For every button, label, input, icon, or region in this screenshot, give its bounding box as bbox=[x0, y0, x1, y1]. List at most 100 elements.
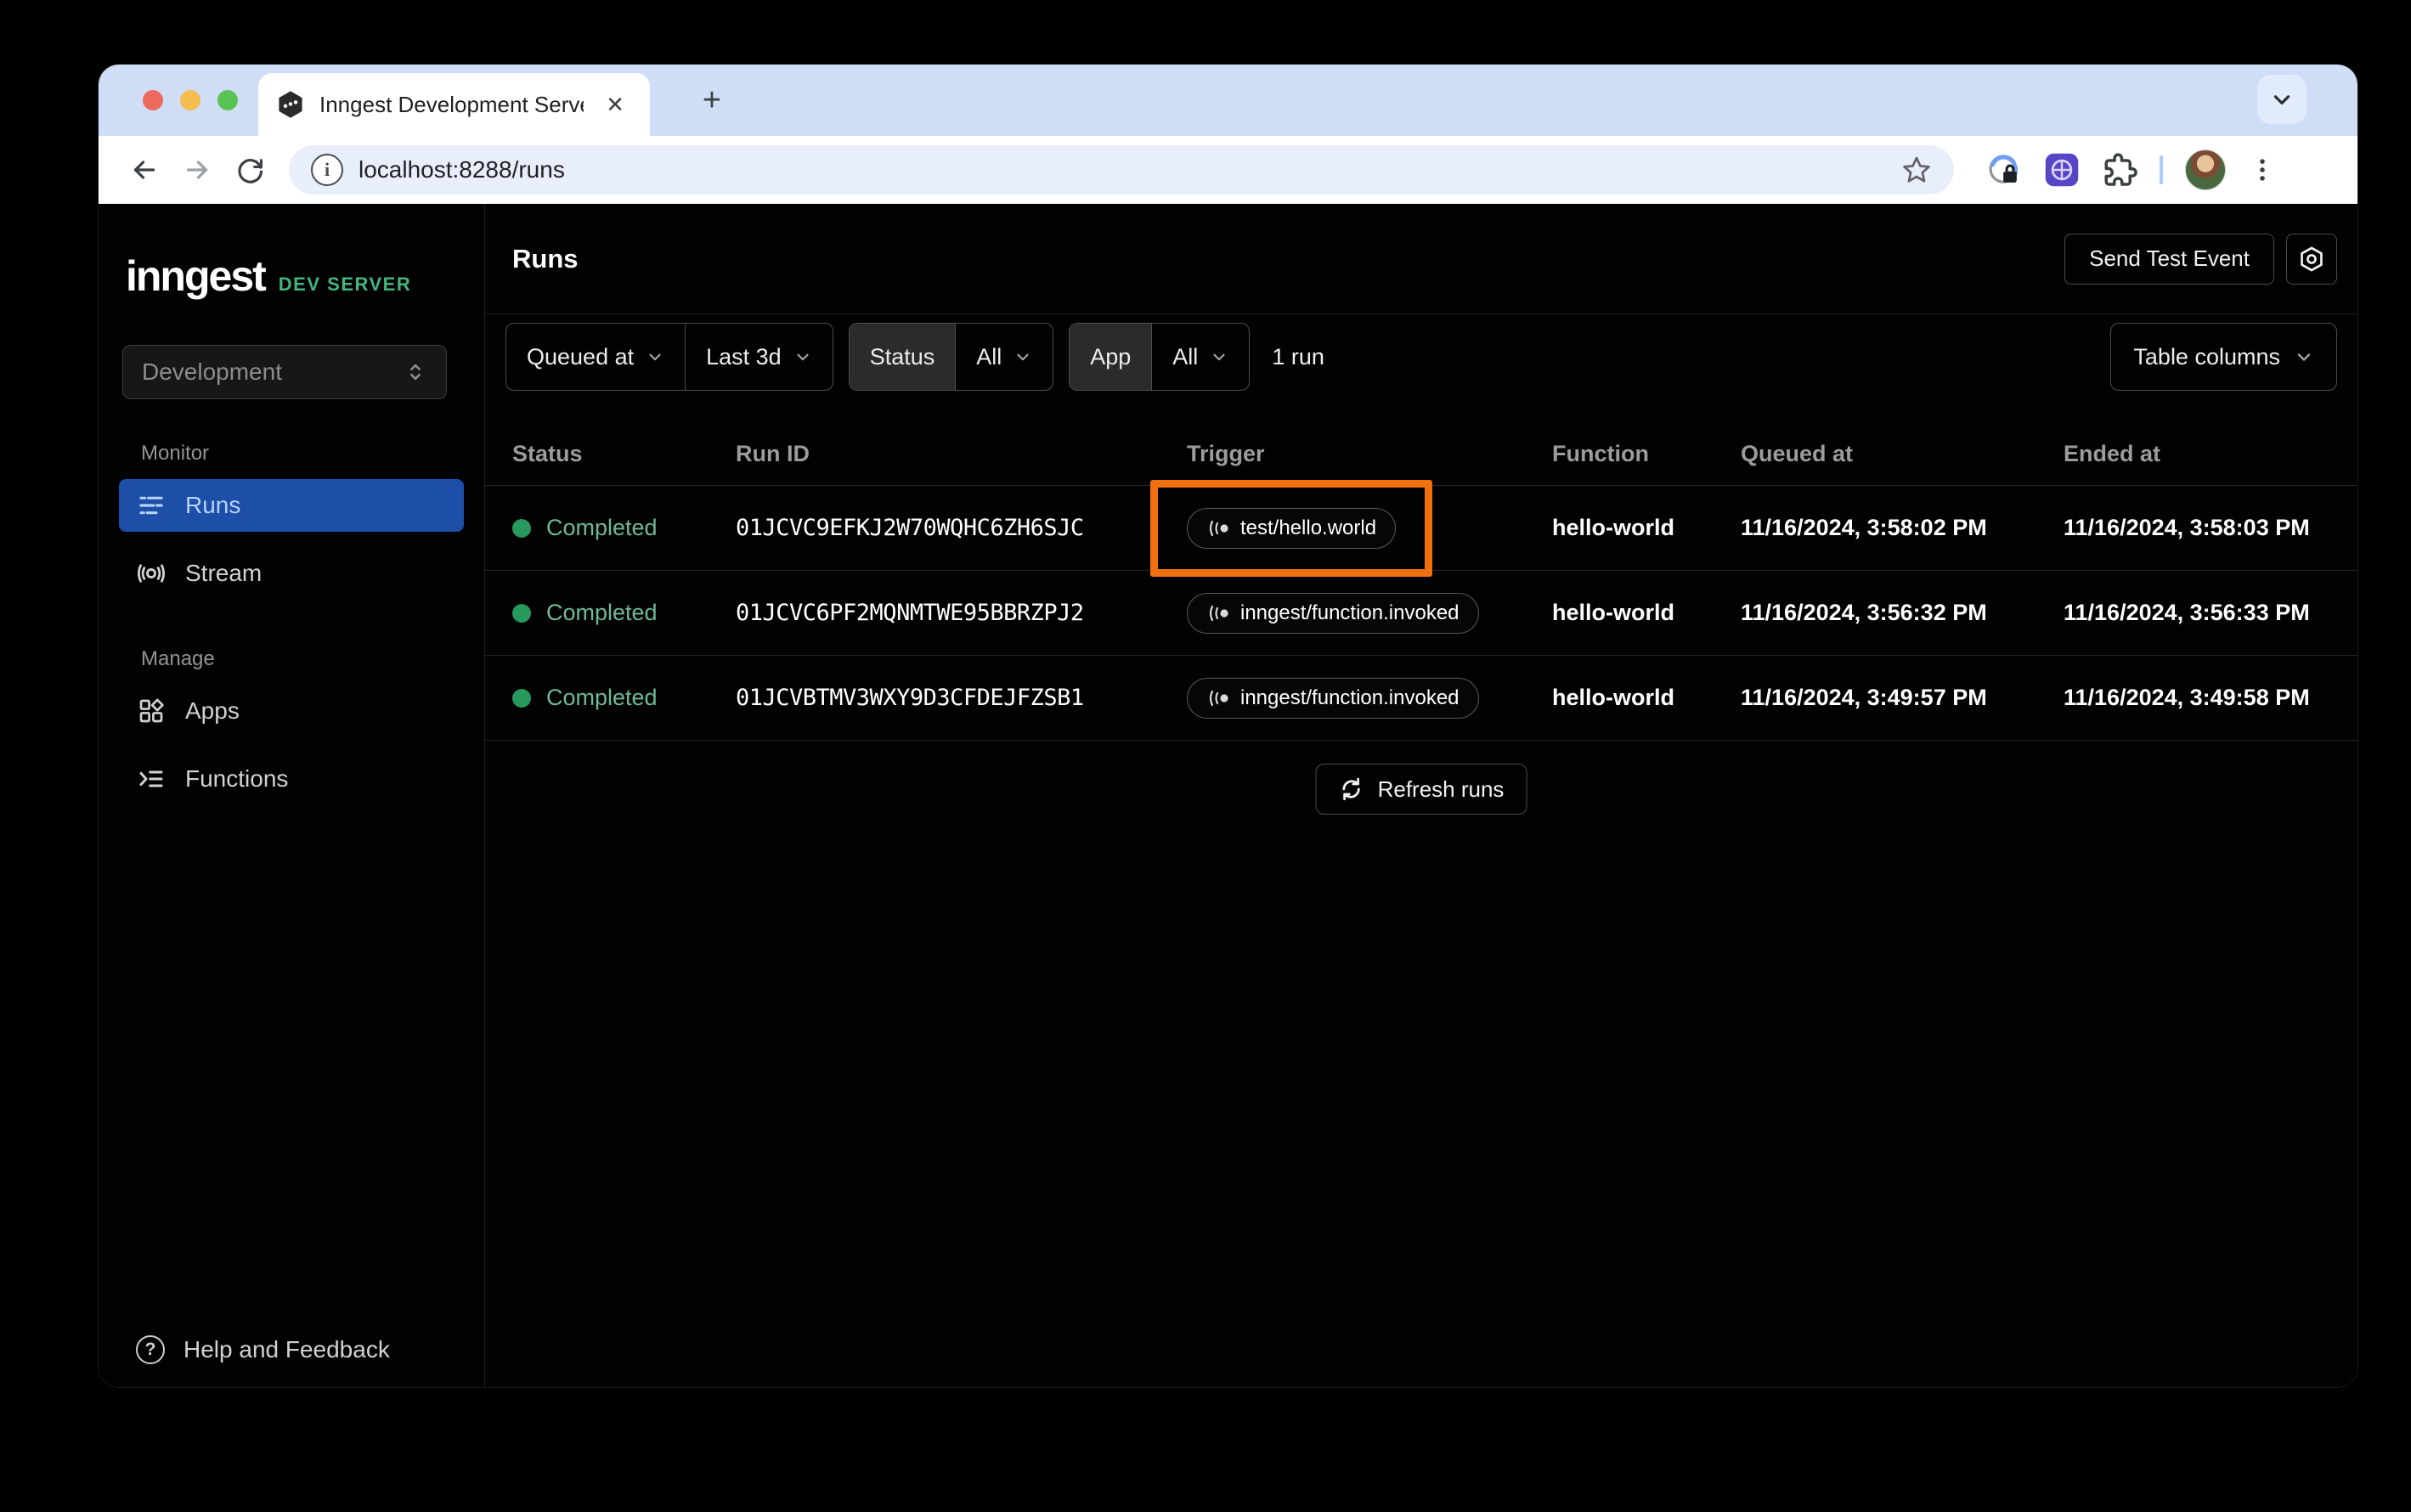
main-content: Runs Send Test Event Queued at Last 3d S… bbox=[485, 204, 2357, 1387]
column-header-status: Status bbox=[512, 440, 583, 466]
refresh-icon bbox=[1342, 777, 1360, 801]
sidebar-item-stream[interactable]: Stream bbox=[119, 547, 464, 600]
window-close-button[interactable] bbox=[143, 90, 163, 110]
tab-title: Inngest Development Server bbox=[319, 91, 584, 117]
trigger-pill-wrap: inngest/function.invoked bbox=[1187, 592, 1479, 634]
extensions-area bbox=[1986, 150, 2277, 190]
sidebar-item-label: Apps bbox=[185, 697, 240, 724]
browser-toolbar: i localhost:8288/runs bbox=[99, 136, 2357, 204]
table-columns-dropdown[interactable]: Table columns bbox=[2110, 323, 2337, 391]
environment-selector[interactable]: Development bbox=[122, 345, 447, 399]
sidebar-item-runs[interactable]: Runs bbox=[119, 479, 464, 532]
help-and-feedback[interactable]: ? Help and Feedback bbox=[119, 1324, 407, 1375]
tab-close-icon[interactable]: ✕ bbox=[599, 88, 631, 121]
new-tab-button[interactable]: + bbox=[693, 83, 731, 121]
event-pulse-icon bbox=[1209, 690, 1228, 706]
password-manager-extension-icon[interactable] bbox=[1986, 152, 2022, 188]
dev-server-badge: DEV SERVER bbox=[278, 274, 412, 295]
reload-button[interactable] bbox=[228, 148, 272, 192]
sidebar: inngest DEV SERVER Development Monitor R… bbox=[99, 204, 485, 1387]
column-header-run-id: Run ID bbox=[736, 440, 810, 466]
url-text[interactable]: localhost:8288/runs bbox=[359, 156, 565, 183]
run-id[interactable]: 01JCVBTMV3WXY9D3CFDEJFZSB1 bbox=[736, 685, 1187, 711]
status-filter-label: Status bbox=[849, 324, 957, 390]
time-field-dropdown[interactable]: Queued at bbox=[506, 324, 685, 390]
sidebar-item-functions[interactable]: Functions bbox=[119, 753, 464, 805]
app-filter-label: App bbox=[1070, 324, 1153, 390]
app-filter-dropdown[interactable]: All bbox=[1152, 324, 1249, 390]
window-minimize-button[interactable] bbox=[180, 90, 200, 110]
column-header-trigger: Trigger bbox=[1187, 440, 1265, 466]
extensions-puzzle-icon[interactable] bbox=[2102, 152, 2137, 188]
run-id[interactable]: 01JCVC6PF2MQNMTWE95BBRZPJ2 bbox=[736, 600, 1187, 626]
status-label: Completed bbox=[546, 515, 658, 540]
run-id[interactable]: 01JCVC9EFKJ2W70WQHC6ZH6SJC bbox=[736, 515, 1187, 541]
site-info-icon[interactable]: i bbox=[311, 154, 343, 186]
bookmark-star-icon[interactable] bbox=[1901, 155, 1932, 185]
forward-button[interactable] bbox=[175, 148, 219, 192]
settings-button[interactable] bbox=[2286, 233, 2337, 285]
tab-search-chevron-button[interactable] bbox=[2257, 75, 2307, 124]
back-button[interactable] bbox=[122, 148, 167, 192]
inngest-app: inngest DEV SERVER Development Monitor R… bbox=[99, 204, 2357, 1387]
status-dot-icon bbox=[512, 518, 531, 538]
browser-window: Inngest Development Server ✕ + i localho… bbox=[99, 65, 2357, 1387]
table-row[interactable]: Completed 01JCVC9EFKJ2W70WQHC6ZH6SJC tes… bbox=[485, 479, 2357, 577]
send-test-event-button[interactable]: Send Test Event bbox=[2064, 233, 2274, 285]
environment-value: Development bbox=[142, 358, 282, 385]
browser-tab-active[interactable]: Inngest Development Server ✕ bbox=[258, 73, 650, 136]
column-header-ended-at: Ended at bbox=[2064, 440, 2161, 466]
logo: inngest DEV SERVER bbox=[126, 251, 464, 301]
profile-avatar[interactable] bbox=[2185, 150, 2226, 190]
time-filter: Queued at Last 3d bbox=[505, 323, 833, 391]
app-filter: App All bbox=[1069, 323, 1251, 391]
column-header-function: Function bbox=[1552, 440, 1649, 466]
status-filter: Status All bbox=[848, 323, 1054, 391]
page-title: Runs bbox=[512, 243, 579, 274]
event-pulse-icon bbox=[1209, 605, 1228, 621]
runs-icon bbox=[136, 490, 167, 521]
time-range-dropdown[interactable]: Last 3d bbox=[685, 324, 833, 390]
trigger-name: inngest/function.invoked bbox=[1240, 601, 1460, 624]
table-row[interactable]: Completed 01JCVBTMV3WXY9D3CFDEJFZSB1 inn… bbox=[485, 656, 2357, 741]
ended-at-value: 11/16/2024, 3:58:03 PM bbox=[2064, 515, 2310, 540]
window-zoom-button[interactable] bbox=[217, 90, 238, 110]
chevron-down-icon bbox=[2273, 95, 2290, 104]
function-name[interactable]: hello-world bbox=[1552, 515, 1741, 541]
table-header: Status Run ID Trigger Function Queued at… bbox=[485, 422, 2357, 486]
help-label: Help and Feedback bbox=[184, 1336, 390, 1362]
status-filter-dropdown[interactable]: All bbox=[956, 324, 1053, 390]
refresh-runs-button[interactable]: Refresh runs bbox=[1315, 764, 1527, 815]
filter-bar: Queued at Last 3d Status All App All 1 r… bbox=[505, 321, 2337, 392]
run-count: 1 run bbox=[1272, 343, 1324, 370]
table-row[interactable]: Completed 01JCVC6PF2MQNMTWE95BBRZPJ2 inn… bbox=[485, 571, 2357, 656]
function-name[interactable]: hello-world bbox=[1552, 600, 1741, 626]
reload-icon bbox=[238, 159, 263, 183]
chevron-down-icon bbox=[1213, 353, 1225, 361]
chevron-down-icon bbox=[649, 353, 661, 361]
apps-icon bbox=[136, 696, 167, 726]
trigger-badge[interactable]: test/hello.world bbox=[1187, 507, 1397, 549]
purple-extension-icon[interactable] bbox=[2044, 152, 2080, 188]
trigger-badge[interactable]: inngest/function.invoked bbox=[1187, 677, 1479, 719]
ended-at-value: 11/16/2024, 3:49:58 PM bbox=[2064, 685, 2310, 710]
status-label: Completed bbox=[546, 685, 658, 710]
trigger-pill-wrap: inngest/function.invoked bbox=[1187, 677, 1479, 719]
column-header-queued-at: Queued at bbox=[1741, 440, 1854, 466]
chevron-down-icon bbox=[1017, 353, 1029, 361]
trigger-badge[interactable]: inngest/function.invoked bbox=[1187, 592, 1479, 634]
page-header: Runs Send Test Event bbox=[485, 204, 2357, 314]
inngest-favicon-icon bbox=[279, 91, 302, 118]
sidebar-item-apps[interactable]: Apps bbox=[119, 685, 464, 737]
up-down-chevrons-icon bbox=[410, 364, 421, 381]
address-bar[interactable]: i localhost:8288/runs bbox=[289, 145, 1954, 195]
function-name[interactable]: hello-world bbox=[1552, 685, 1741, 711]
back-arrow-icon bbox=[133, 161, 155, 179]
status-label: Completed bbox=[546, 600, 658, 625]
sidebar-section-manage: Manage bbox=[141, 647, 215, 670]
browser-menu-kebab-icon[interactable] bbox=[2248, 155, 2277, 184]
browser-tab-strip: Inngest Development Server ✕ + bbox=[99, 65, 2357, 136]
status-dot-icon bbox=[512, 603, 531, 623]
inngest-wordmark: inngest bbox=[126, 252, 267, 300]
sidebar-item-label: Runs bbox=[185, 492, 241, 518]
